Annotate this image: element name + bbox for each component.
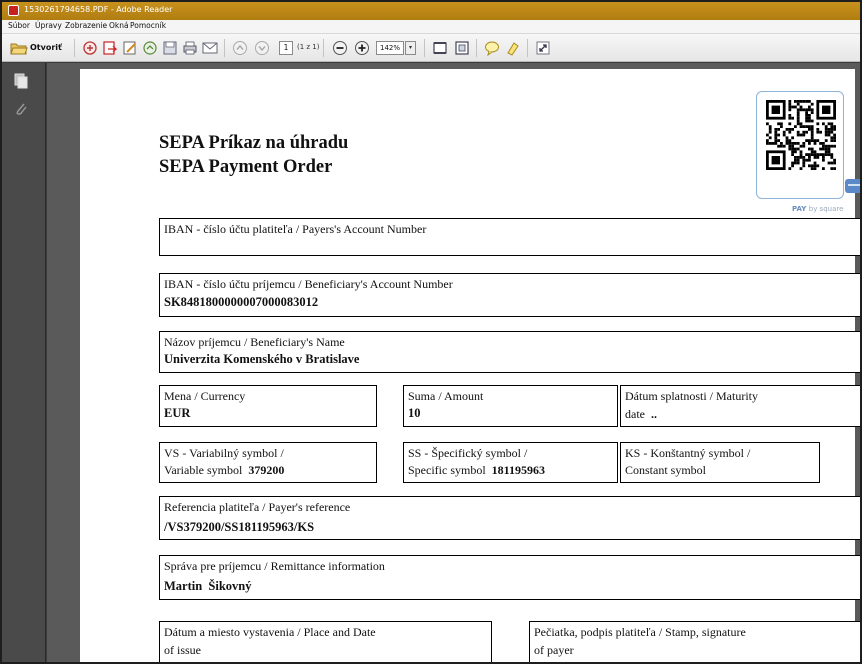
menu-help[interactable]: Pomocník: [130, 21, 166, 30]
amount-label: Suma / Amount: [408, 389, 484, 403]
menu-bar: Súbor Úpravy Zobrazenie Okná Pomocník: [2, 20, 860, 34]
issue-date-label: Dátum a miesto vystavenia / Place and Da…: [164, 625, 376, 639]
toolbar-separator: [224, 39, 225, 57]
highlight-icon[interactable]: [505, 40, 521, 56]
stamp-signature-field: Pečiatka, podpis platiteľa / Stamp, sign…: [529, 621, 860, 662]
zoom-in-icon[interactable]: [354, 40, 370, 56]
print-icon[interactable]: [182, 40, 198, 56]
constant-symbol-label-cont: Constant symbol: [625, 463, 707, 477]
beneficiary-iban-label: IBAN - číslo účtu príjemcu / Beneficiary…: [164, 277, 453, 291]
toolbar: Otvoriť 1 (1 z 1) 142% ▾: [2, 34, 860, 62]
beneficiary-name-field: Názov príjemcu / Beneficiary's Name Univ…: [159, 331, 860, 373]
toolbar-separator: [424, 39, 425, 57]
fit-width-icon[interactable]: [432, 40, 448, 56]
variable-symbol-label-cont: Variable symbol 379200: [164, 463, 285, 477]
payer-reference-label: Referencia platiteľa / Payer's reference: [164, 500, 351, 514]
menu-file[interactable]: Súbor: [8, 21, 30, 30]
title-bar: 1530261794658.PDF - Adobe Reader: [2, 2, 860, 20]
document-title-en: SEPA Payment Order: [159, 157, 333, 177]
window-title: 1530261794658.PDF - Adobe Reader: [24, 5, 173, 14]
document-viewer[interactable]: SEPA Príkaz na úhradu SEPA Payment Order…: [47, 63, 860, 662]
menu-edit[interactable]: Úpravy: [35, 21, 62, 30]
remittance-info-value: Martin Šikovný: [164, 579, 252, 593]
amount-field: Suma / Amount 10: [403, 385, 618, 427]
variable-symbol-field: VS - Variabilný symbol / Variable symbol…: [159, 442, 377, 483]
specific-symbol-label: SS - Špecifický symbol /: [408, 446, 528, 460]
beneficiary-name-value: Univerzita Komenského v Bratislave: [164, 352, 360, 366]
comment-icon[interactable]: [484, 40, 500, 56]
edit-icon[interactable]: [122, 40, 138, 56]
fit-page-icon[interactable]: [454, 40, 470, 56]
currency-field: Mena / Currency EUR: [159, 385, 377, 427]
payer-iban-label: IBAN - číslo účtu platiteľa / Payers's A…: [164, 222, 427, 236]
zoom-out-icon[interactable]: [332, 40, 348, 56]
adobe-reader-icon: [8, 5, 19, 16]
payment-card-icon: [845, 179, 860, 193]
maturity-date-label-cont: date..: [625, 407, 657, 421]
variable-symbol-value: 379200: [248, 463, 285, 477]
currency-label: Mena / Currency: [164, 389, 246, 403]
remittance-info-field: Správa pre príjemcu / Remittance informa…: [159, 555, 860, 600]
specific-symbol-label-cont: Specific symbol 181195963: [408, 463, 545, 477]
beneficiary-iban-field: IBAN - číslo účtu príjemcu / Beneficiary…: [159, 273, 860, 317]
toolbar-separator: [476, 39, 477, 57]
constant-symbol-label: KS - Konštantný symbol /: [625, 446, 751, 460]
constant-symbol-field: KS - Konštantný symbol / Constant symbol: [620, 442, 820, 483]
app-window: 1530261794658.PDF - Adobe Reader Súbor Ú…: [0, 0, 862, 664]
toolbar-separator: [74, 39, 75, 57]
payer-reference-value: /VS379200/SS181195963/KS: [164, 520, 315, 534]
payer-iban-field: IBAN - číslo účtu platiteľa / Payers's A…: [159, 218, 860, 256]
pdf-page: SEPA Príkaz na úhradu SEPA Payment Order…: [80, 69, 860, 662]
folder-open-icon: [10, 43, 28, 55]
stamp-signature-label: Pečiatka, podpis platiteľa / Stamp, sign…: [534, 625, 746, 639]
maturity-date-value: ..: [651, 407, 657, 421]
maturity-date-label: Dátum splatnosti / Maturity: [625, 389, 758, 403]
amount-value: 10: [408, 406, 421, 420]
zoom-level-input[interactable]: 142%: [376, 41, 404, 55]
pages-panel-icon[interactable]: [14, 73, 28, 89]
page-up-icon[interactable]: [232, 40, 248, 56]
toolbar-separator: [527, 39, 528, 57]
qr-code-icon: [766, 100, 836, 170]
navigation-pane: [2, 63, 46, 662]
page-down-icon[interactable]: [254, 40, 270, 56]
pay-by-square-label: PAY by square: [792, 205, 844, 213]
maturity-date-field: Dátum splatnosti / Maturity date..: [620, 385, 860, 427]
beneficiary-iban-value: SK8481800000007000083012: [164, 295, 319, 309]
open-label: Otvoriť: [30, 43, 62, 52]
payer-reference-field: Referencia platiteľa / Payer's reference…: [159, 496, 860, 540]
menu-view[interactable]: Zobrazenie: [65, 21, 107, 30]
convert-icon[interactable]: [102, 40, 118, 56]
variable-symbol-label: VS - Variabilný symbol /: [164, 446, 284, 460]
pay-by-square-qr: PAY by square: [756, 91, 844, 213]
expand-icon[interactable]: [535, 40, 551, 56]
save-icon[interactable]: [162, 40, 178, 56]
open-button[interactable]: Otvoriť: [6, 38, 66, 58]
create-pdf-icon[interactable]: [82, 40, 98, 56]
issue-date-label-cont: of issue: [164, 643, 201, 657]
currency-value: EUR: [164, 406, 191, 420]
toolbar-separator: [323, 39, 324, 57]
specific-symbol-value: 181195963: [491, 463, 545, 477]
issue-date-field: Dátum a miesto vystavenia / Place and Da…: [159, 621, 492, 662]
email-icon[interactable]: [202, 40, 218, 56]
chevron-down-icon[interactable]: ▾: [405, 41, 416, 55]
document-title-sk: SEPA Príkaz na úhradu: [159, 133, 349, 153]
beneficiary-name-label: Názov príjemcu / Beneficiary's Name: [164, 335, 345, 349]
menu-window[interactable]: Okná: [109, 21, 129, 30]
attachments-panel-icon[interactable]: [14, 101, 28, 117]
page-number-input[interactable]: 1: [279, 41, 293, 55]
share-icon[interactable]: [142, 40, 158, 56]
page-count: (1 z 1): [297, 43, 320, 51]
remittance-info-label: Správa pre príjemcu / Remittance informa…: [164, 559, 385, 573]
specific-symbol-field: SS - Špecifický symbol / Specific symbol…: [403, 442, 618, 483]
stamp-signature-label-cont: of payer: [534, 643, 574, 657]
